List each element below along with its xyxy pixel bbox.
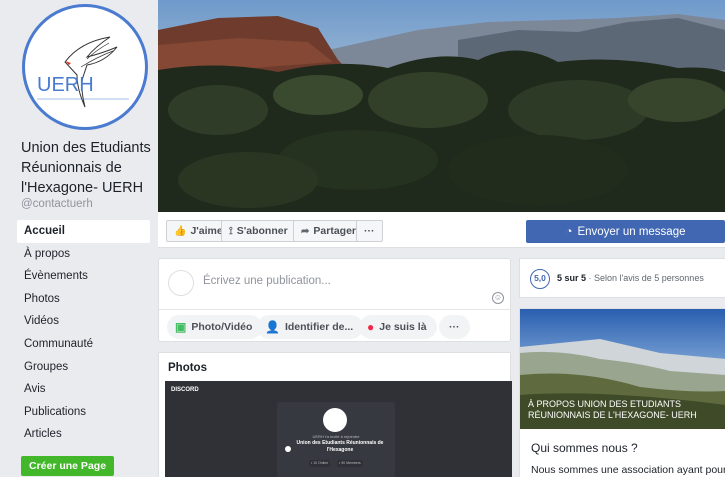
- thumbs-up-icon: 👍: [174, 225, 187, 237]
- subscribe-button[interactable]: ⟟ S'abonner: [221, 220, 296, 242]
- share-arrow-icon: ➦: [301, 225, 310, 237]
- page-action-bar: 👍 J'aime ⟟ S'abonner ➦ Partager ··· ◔ En…: [158, 212, 725, 248]
- profile-picture[interactable]: UERH: [22, 4, 148, 130]
- emoji-icon[interactable]: ☺: [492, 292, 504, 304]
- server-name: Union des Etudiants Réunionnais de l'Hex…: [296, 440, 384, 453]
- sidebar-item-evenements[interactable]: Évènements: [17, 265, 150, 288]
- photo-video-label: Photo/Vidéo: [191, 321, 253, 333]
- photo-thumbnail[interactable]: DISCORD UERH t'a invité à rejoindre Unio…: [165, 381, 512, 477]
- share-label: Partager: [313, 225, 356, 237]
- check-in-label: Je suis là: [379, 321, 427, 333]
- sidebar-item-publications[interactable]: Publications: [17, 401, 150, 424]
- cover-photo[interactable]: [158, 0, 725, 212]
- discord-label: DISCORD: [171, 387, 199, 393]
- tag-people-button[interactable]: 👤 Identifier de...: [257, 315, 364, 339]
- about-caption: À PROPOS UNION DES ETUDIANTS RÉUNIONNAIS…: [528, 399, 697, 420]
- photo-icon: ▣: [175, 320, 187, 334]
- invite-subtitle: UERH t'a invité à rejoindre: [312, 434, 360, 439]
- sidebar-item-communaute[interactable]: Communauté: [17, 333, 150, 356]
- like-label: J'aime: [190, 225, 223, 237]
- composer-more-button[interactable]: ···: [439, 315, 470, 339]
- tag-people-label: Identifier de...: [284, 321, 354, 333]
- sidebar-item-photos[interactable]: Photos: [17, 288, 150, 311]
- composer-divider: [159, 309, 510, 310]
- server-avatar: [323, 408, 347, 432]
- rating-score: 5 sur 5: [557, 273, 587, 283]
- rating-card: 5,0 5 sur 5 · Selon l'avis de 5 personne…: [519, 258, 725, 298]
- about-question: Qui sommes nous ?: [531, 441, 638, 455]
- sidebar-item-a-propos[interactable]: À propos: [17, 243, 150, 266]
- rating-summary[interactable]: 5 sur 5 · Selon l'avis de 5 personnes: [557, 273, 704, 283]
- svg-text:UERH: UERH: [37, 74, 94, 96]
- discord-invite-card: UERH t'a invité à rejoindre Union des Et…: [277, 402, 395, 477]
- rating-badge: 5,0: [530, 269, 550, 289]
- member-count: • 90 Members: [337, 460, 363, 467]
- sidebar-nav: Accueil À propos Évènements Photos Vidéo…: [17, 220, 150, 446]
- photos-title: Photos: [168, 362, 207, 374]
- rating-detail: · Selon l'avis de 5 personnes: [586, 273, 704, 283]
- send-message-button[interactable]: ◔ Envoyer un message: [526, 220, 725, 243]
- more-actions-button[interactable]: ···: [356, 220, 383, 242]
- tag-person-icon: 👤: [265, 320, 280, 334]
- sidebar-item-videos[interactable]: Vidéos: [17, 310, 150, 333]
- photos-section: Photos DISCORD UERH t'a invité à rejoind…: [158, 352, 512, 477]
- post-input[interactable]: Écrivez une publication...: [203, 275, 331, 287]
- share-button[interactable]: ➦ Partager: [293, 220, 364, 242]
- check-in-button[interactable]: ● Je suis là: [359, 315, 437, 339]
- rss-icon: ⟟: [229, 225, 233, 237]
- sidebar-item-avis[interactable]: Avis: [17, 378, 150, 401]
- sidebar-item-articles[interactable]: Articles: [17, 423, 150, 446]
- about-card: À PROPOS UNION DES ETUDIANTS RÉUNIONNAIS…: [519, 308, 725, 477]
- create-page-button[interactable]: Créer une Page: [21, 456, 115, 476]
- page-handle[interactable]: @contactuerh: [21, 198, 93, 210]
- send-message-label: Envoyer un message: [577, 225, 686, 238]
- left-sidebar: UERH Union des Etudiants Réunionnais de …: [0, 0, 158, 477]
- online-count: • 10 Online: [309, 460, 331, 467]
- location-pin-icon: ●: [367, 320, 375, 334]
- sidebar-item-accueil[interactable]: Accueil: [17, 220, 150, 243]
- page-title: Union des Etudiants Réunionnais de l'Hex…: [21, 140, 151, 196]
- photo-video-button[interactable]: ▣ Photo/Vidéo: [167, 315, 263, 339]
- subscribe-label: S'abonner: [236, 225, 288, 237]
- uerh-logo: UERH: [37, 36, 129, 108]
- messenger-icon: ◔: [565, 225, 573, 238]
- about-description: Nous sommes une association ayant pour: [531, 464, 725, 476]
- post-composer: Écrivez une publication... ☺ ▣ Photo/Vid…: [158, 258, 511, 342]
- sidebar-item-groupes[interactable]: Groupes: [17, 356, 150, 379]
- composer-avatar: [168, 270, 194, 296]
